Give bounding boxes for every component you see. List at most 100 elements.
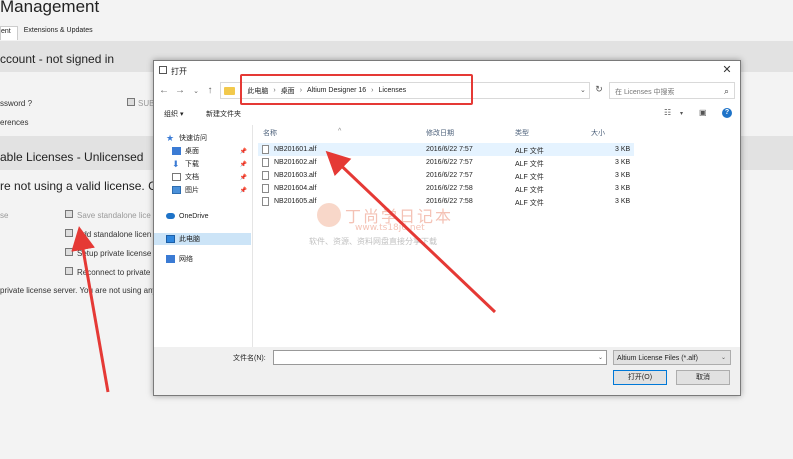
- pane-splitter[interactable]: [252, 125, 253, 347]
- watermark-url: www.ts18j6.net: [355, 223, 425, 233]
- dialog-title: 打开: [171, 67, 187, 76]
- desktop-icon: [172, 147, 181, 155]
- sub-icon: [127, 98, 135, 106]
- use-license-action: se: [0, 211, 9, 220]
- nav-downloads[interactable]: ⬇ 下载 📌: [154, 158, 251, 170]
- save-icon: [65, 210, 73, 218]
- forgot-password-link[interactable]: ssword ?: [0, 99, 32, 108]
- filename-input[interactable]: ⌄: [273, 350, 607, 365]
- up-icon[interactable]: ↑: [204, 85, 216, 96]
- license-notice: re not using a valid license. Click: [0, 179, 175, 193]
- column-type[interactable]: 类型: [515, 128, 529, 138]
- forward-icon[interactable]: →: [174, 85, 186, 96]
- chevron-down-icon[interactable]: ⌄: [598, 354, 603, 361]
- tab-license-management[interactable]: ent: [0, 26, 18, 40]
- back-icon[interactable]: ←: [158, 85, 170, 96]
- filename-label: 文件名(N):: [233, 355, 266, 362]
- reconnect-private-action[interactable]: Reconnect to private: [77, 268, 150, 277]
- column-modified[interactable]: 修改日期: [426, 128, 454, 138]
- cancel-button[interactable]: 取消: [676, 370, 730, 385]
- file-name: NB201604.alf: [274, 185, 317, 192]
- file-type: ALF 文件: [515, 187, 544, 194]
- view-options-icon[interactable]: ☷: [664, 108, 671, 117]
- file-modified: 2016/6/22 7:57: [426, 146, 473, 153]
- column-name[interactable]: 名称: [263, 128, 277, 138]
- save-standalone-license-action: Save standalone lice: [77, 211, 151, 220]
- file-row[interactable]: NB201601.alf 2016/6/22 7:57 ALF 文件 3 KB: [258, 143, 634, 156]
- new-folder-button[interactable]: 新建文件夹: [206, 109, 241, 119]
- watermark-slogan: 软件、资源、资料网盘直接分享下载: [309, 237, 437, 246]
- nav-pictures[interactable]: 图片 📌: [154, 184, 251, 196]
- organize-menu[interactable]: 组织 ▾: [164, 109, 183, 119]
- setup-icon: [65, 248, 73, 256]
- pin-icon: 📌: [239, 161, 247, 168]
- pin-icon: 📌: [239, 148, 247, 155]
- reconnect-icon: [65, 267, 73, 275]
- preview-pane-icon[interactable]: ▣: [699, 108, 707, 117]
- file-icon: [262, 158, 269, 167]
- close-icon[interactable]: ✕: [720, 63, 734, 77]
- file-row[interactable]: NB201604.alf 2016/6/22 7:58 ALF 文件 3 KB: [258, 182, 634, 195]
- tab-extensions-updates[interactable]: Extensions & Updates: [18, 26, 99, 40]
- nav-documents[interactable]: 文档 📌: [154, 171, 251, 183]
- star-icon: ★: [166, 133, 175, 143]
- file-size: 3 KB: [615, 146, 631, 153]
- nav-desktop[interactable]: 桌面 📌: [154, 145, 251, 157]
- file-modified: 2016/6/22 7:58: [426, 185, 473, 192]
- file-icon: [262, 145, 269, 154]
- picture-icon: [172, 186, 181, 194]
- column-size[interactable]: 大小: [591, 128, 605, 138]
- file-name: NB201605.alf: [274, 198, 317, 205]
- filetype-select[interactable]: Altium License Files (*.alf) ⌄: [613, 350, 731, 365]
- add-license-icon: [65, 229, 73, 237]
- nav-this-pc[interactable]: 此电脑: [154, 233, 251, 245]
- filetype-value: Altium License Files (*.alf): [617, 355, 698, 362]
- file-row[interactable]: NB201602.alf 2016/6/22 7:57 ALF 文件 3 KB: [258, 156, 634, 169]
- file-modified: 2016/6/22 7:57: [426, 159, 473, 166]
- dialog-toolbar: 组织 ▾ 新建文件夹 ☷ ▾ ▣ ?: [154, 105, 740, 121]
- network-icon: [166, 255, 175, 263]
- cloud-icon: [166, 213, 175, 219]
- address-history-icon[interactable]: ⌄: [580, 86, 586, 94]
- nav-quick-access[interactable]: ★ 快速访问: [154, 132, 251, 144]
- file-icon: [262, 171, 269, 180]
- file-modified: 2016/6/22 7:57: [426, 172, 473, 179]
- watermark: 丁尚学日记本 www.ts18j6.net 软件、资源、资料网盘直接分享下载: [309, 203, 497, 253]
- file-size: 3 KB: [615, 198, 631, 205]
- folder-icon: [224, 86, 235, 95]
- nav-onedrive[interactable]: OneDrive: [154, 210, 251, 222]
- sort-caret-icon: ^: [338, 128, 342, 135]
- account-status: ccount - not signed in: [0, 52, 115, 66]
- open-button[interactable]: 打开(O): [613, 370, 667, 385]
- view-dropdown-icon[interactable]: ▾: [680, 110, 683, 117]
- preferences-link[interactable]: erences: [0, 118, 28, 127]
- add-standalone-license-action[interactable]: Add standalone licen: [77, 230, 151, 239]
- nav-network[interactable]: 网络: [154, 253, 251, 265]
- download-icon: ⬇: [172, 159, 180, 169]
- setup-private-license-action[interactable]: Setup private license: [77, 249, 151, 258]
- file-name: NB201602.alf: [274, 159, 317, 166]
- file-name: NB201603.alf: [274, 172, 317, 179]
- tab-bar: ent Extensions & Updates: [0, 26, 99, 40]
- file-icon: [262, 197, 269, 206]
- chevron-down-icon: ⌄: [720, 355, 726, 361]
- computer-icon: [166, 235, 175, 243]
- window-icon: [159, 66, 167, 74]
- file-row[interactable]: NB201603.alf 2016/6/22 7:57 ALF 文件 3 KB: [258, 169, 634, 182]
- address-highlight-box: [240, 74, 473, 105]
- file-size: 3 KB: [615, 159, 631, 166]
- file-icon: [262, 184, 269, 193]
- document-icon: [172, 173, 181, 181]
- pin-icon: 📌: [239, 174, 247, 181]
- refresh-icon[interactable]: ↻: [592, 84, 606, 98]
- search-icon: ⌕: [723, 86, 729, 96]
- file-list-header: ^ 名称 修改日期 类型 大小: [258, 125, 634, 139]
- private-server-notice: private license server. You are not usin…: [0, 286, 167, 295]
- recent-locations-icon[interactable]: ⌄: [190, 87, 202, 95]
- search-input[interactable]: 在 Licenses 中搜索 ⌕: [609, 82, 735, 99]
- file-type: ALF 文件: [515, 161, 544, 168]
- sub-label: SUB: [138, 99, 155, 108]
- help-icon[interactable]: ?: [722, 108, 732, 118]
- file-name: NB201601.alf: [274, 146, 317, 153]
- file-type: ALF 文件: [515, 174, 544, 181]
